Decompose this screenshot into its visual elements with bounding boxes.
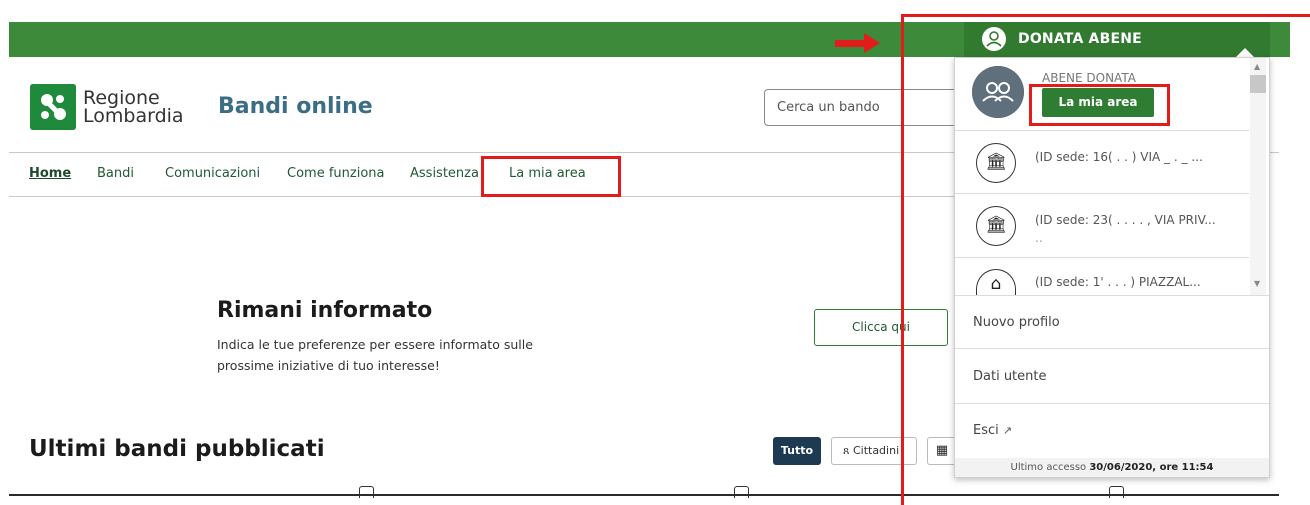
nav-come-funziona[interactable]: Come funziona <box>287 166 384 181</box>
regione-logo[interactable] <box>30 84 76 130</box>
promo-title: Rimani informato <box>217 298 433 323</box>
card-tab <box>1109 486 1124 498</box>
dropdown-divider <box>955 130 1249 131</box>
dropdown-divider <box>955 348 1269 349</box>
nav-bandi[interactable]: Bandi <box>97 166 134 181</box>
promo-text: Indica le tue preferenze per essere info… <box>217 337 533 373</box>
profile-name: ABENE DONATA <box>1042 71 1136 85</box>
scroll-down-icon[interactable]: ▼ <box>1254 279 1260 288</box>
nav-home[interactable]: Home <box>29 166 71 181</box>
user-icon <box>982 27 1006 51</box>
esci-label: Esci <box>973 423 999 438</box>
annotation-line <box>901 15 904 505</box>
nav-comunicazioni[interactable]: Comunicazioni <box>165 166 260 181</box>
filter-cittadini-label: Cittadini <box>852 444 900 457</box>
annotation-arrow-head <box>864 33 880 53</box>
logo-line-2: Lombardia <box>83 105 184 127</box>
last-access-value: 30/06/2020, ore 11:54 <box>1089 462 1214 473</box>
annotation-arrow <box>835 40 867 47</box>
dati-utente-link[interactable]: Dati utente <box>973 369 1047 384</box>
sede-item-2[interactable]: (ID sede: 23( . . . . , VIA PRIV... <box>1035 213 1216 227</box>
card-tab <box>734 486 749 498</box>
external-link-icon: ↗ <box>1002 424 1013 437</box>
filter-tutto-button[interactable]: Tutto <box>773 437 821 465</box>
annotation-line <box>901 14 1310 17</box>
site-title[interactable]: Bandi online <box>218 94 373 119</box>
filter-cittadini-button[interactable]: ጸ Cittadini <box>831 437 917 465</box>
clicca-qui-button[interactable]: Clicca qui <box>814 309 948 346</box>
dropdown-caret <box>1236 48 1254 57</box>
people-icon: ጸ <box>843 444 850 457</box>
logo-text: Regione Lombardia <box>83 89 184 127</box>
highlight-nav-la-mia-area <box>481 156 621 197</box>
profile-avatar <box>972 66 1024 118</box>
dropdown-divider <box>955 295 1269 296</box>
highlight-la-mia-area-button <box>1029 84 1170 126</box>
nav-assistenza[interactable]: Assistenza <box>410 166 479 181</box>
filter-imprese-button[interactable]: ▦ <box>927 437 957 465</box>
dropdown-scrollbar[interactable] <box>1250 58 1266 295</box>
scroll-up-icon[interactable]: ▲ <box>1254 62 1260 71</box>
search-input[interactable]: Cerca un bando <box>764 89 964 126</box>
building-icon: 🏛 <box>976 206 1016 246</box>
dropdown-divider <box>955 193 1249 194</box>
sede-item-3[interactable]: (ID sede: 1' . . . ) PIAZZAL... <box>1035 275 1201 289</box>
last-access: Ultimo accesso 30/06/2020, ore 11:54 <box>955 458 1269 477</box>
bottom-divider <box>9 494 1279 496</box>
dropdown-divider <box>955 257 1249 258</box>
nuovo-profilo-link[interactable]: Nuovo profilo <box>973 315 1060 330</box>
dropdown-divider <box>955 403 1269 404</box>
esci-link[interactable]: Esci ↗ <box>973 423 1012 438</box>
user-name[interactable]: DONATA ABENE <box>1018 31 1142 47</box>
card-tab <box>359 486 374 498</box>
section-title: Ultimi bandi pubblicati <box>29 436 325 462</box>
sede-item-2-sub: .. <box>1035 231 1043 245</box>
sede-item-1[interactable]: (ID sede: 16( . . ) VIA _ . _ ... <box>1035 150 1203 164</box>
scrollbar-thumb[interactable] <box>1250 75 1266 93</box>
last-access-label: Ultimo accesso <box>1010 462 1090 473</box>
building-icon: 🏛 <box>976 143 1016 183</box>
factory-icon: ▦ <box>935 443 949 458</box>
